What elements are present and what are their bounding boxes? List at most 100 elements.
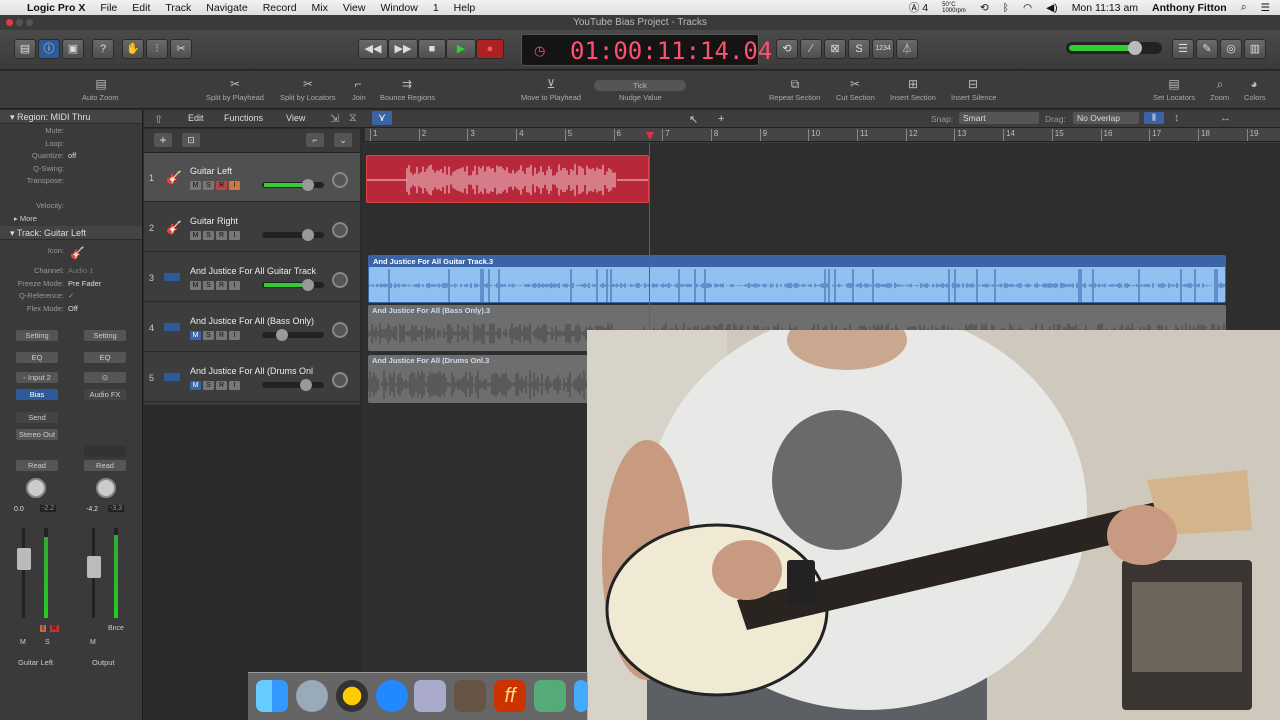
split-playhead-icon[interactable]: ✂ [226,77,244,91]
time-machine-icon[interactable]: ⟲ [980,2,989,14]
master-volume-knob[interactable] [1128,41,1142,55]
playhead-marker[interactable] [646,132,654,140]
horizontal-zoom-icon[interactable]: ↔ [1220,112,1231,124]
repeat-section-icon[interactable]: ⧉ [786,77,804,91]
spotlight-icon[interactable]: ⌕ [1241,1,1247,14]
app-store-icon[interactable] [376,680,408,712]
track-volume-slider[interactable] [262,329,324,341]
input-monitor-button[interactable]: I [229,231,240,240]
temp-monitor[interactable]: 50°C 1000rpm [942,2,966,14]
smart-controls-button[interactable]: ✋ [122,39,144,59]
region-inspector-header[interactable]: ▾ Region: MIDI Thru [0,110,142,124]
track-header-4[interactable]: 4 And Justice For All (Bass Only) MSRI [144,303,360,352]
replace-button[interactable]: ∕ [800,39,822,59]
volume-knob[interactable] [302,179,314,191]
insert-section-icon[interactable]: ⊞ [904,77,922,91]
waveform-zoom-icon[interactable]: ⫼ [1144,112,1164,124]
param-freeze-mode[interactable]: Freeze Mode: Pre Fader [0,279,142,292]
record-enable-button[interactable]: R [216,281,227,290]
count-in-button[interactable]: 1234 [872,39,894,59]
solo-button[interactable]: S [203,331,214,340]
mute-button[interactable]: M [190,331,201,340]
solo-button[interactable]: S [45,639,50,646]
param-velocity[interactable]: Velocity: [0,201,142,214]
track-volume-slider[interactable] [262,179,324,191]
param-transpose[interactable]: Transpose: [0,176,142,189]
param-channel[interactable]: Channel: Audio 1 [0,266,142,279]
marquee-tool-icon[interactable]: + [718,113,724,125]
param-icon[interactable]: Icon: 🎸 [0,246,142,266]
finder-icon[interactable] [256,680,288,712]
track-collapse-button[interactable]: ⌄ [334,133,352,147]
join-icon[interactable]: ⌐ [349,77,367,91]
loop-browser-button[interactable]: ◎ [1220,39,1242,59]
bounce-icon[interactable]: ⇉ [398,77,416,91]
volume-knob[interactable] [276,329,288,341]
eq-button[interactable]: EQ [16,352,58,363]
mute-button[interactable]: M [190,181,201,190]
catch-icon[interactable]: ⇲ [330,112,339,125]
input-monitor-button[interactable]: I [229,281,240,290]
send-slot[interactable]: Send [16,412,58,423]
menu-edit[interactable]: Edit [132,2,150,14]
preview-icon[interactable] [414,680,446,712]
wifi-icon[interactable]: ◠ [1023,2,1032,14]
fast-forward-button[interactable]: ▶▶ [388,39,418,59]
setting-button[interactable]: Setting [84,330,126,341]
toolbar-button[interactable]: ▣ [62,39,84,59]
solo-button[interactable]: S [203,281,214,290]
notification-center-icon[interactable]: ☰ [1261,2,1270,14]
stop-button[interactable]: ■ [418,39,446,59]
track-header-1[interactable]: 1 🎸 Guitar Left MSRI [144,153,360,202]
zoom-icon[interactable]: ⌕ [1211,77,1229,91]
link-slot[interactable]: ⊙ [84,372,126,383]
drums-region[interactable]: And Justice For All (Drums Onl.3 [368,355,588,403]
list-editors-button[interactable]: ☰ [1172,39,1194,59]
more-disclosure[interactable]: ▸ More [0,214,142,227]
input-monitor-button[interactable]: I [40,625,46,632]
pan-knob[interactable] [96,478,116,498]
view-menu[interactable]: View [286,113,305,123]
menu-view[interactable]: View [343,2,366,14]
menu-track[interactable]: Track [165,2,191,14]
pan-knob[interactable] [332,222,348,238]
input-monitor-button[interactable]: I [229,381,240,390]
inspector-button[interactable]: ⓘ [38,39,60,59]
move-to-playhead-icon[interactable]: ⊻ [542,77,560,91]
safari-icon[interactable] [574,680,588,712]
menu-mix[interactable]: Mix [312,2,328,14]
mute-button[interactable]: M [190,231,201,240]
pan-knob[interactable] [26,478,46,498]
volume-knob[interactable] [302,279,314,291]
fabfilter-icon[interactable]: ff [494,680,526,712]
track-header-3[interactable]: 3 And Justice For All Guitar Track MSRI [144,253,360,302]
solo-button[interactable]: S [848,39,870,59]
record-enable-button[interactable]: R [216,231,227,240]
close-window-button[interactable] [6,19,13,26]
menu-navigate[interactable]: Navigate [206,2,247,14]
record-enable-button[interactable]: R [216,381,227,390]
param-q-reference[interactable]: Q-Reference: ✓ [0,291,142,304]
drag-select[interactable]: No Overlap [1073,112,1139,124]
play-button[interactable]: ▶ [446,39,476,59]
mixer-button[interactable]: ⫶ [146,39,168,59]
notepad-button[interactable]: ✎ [1196,39,1218,59]
track-volume-slider[interactable] [262,379,324,391]
auto-zoom-icon[interactable]: ▤ [92,77,110,91]
param-mute[interactable]: Mute: [0,126,142,139]
audio-fx-slot[interactable]: Audio FX [84,389,126,400]
input-monitor-button[interactable]: I [229,181,240,190]
pan-knob[interactable] [332,272,348,288]
final-cut-icon[interactable] [454,680,486,712]
param-qswing[interactable]: Q-Swing: [0,164,142,177]
pan-knob[interactable] [332,172,348,188]
bar-ruler[interactable]: 1 2 3 4 5 6 7 8 9 10 11 12 13 14 15 16 17 18 19 [365,128,1280,142]
metronome-button[interactable]: ⏃ [896,39,918,59]
param-flex-mode[interactable]: Flex Mode: Off [0,304,142,317]
minimize-window-button[interactable] [16,19,23,26]
bluetooth-icon[interactable]: ᛒ [1003,2,1009,14]
track-volume-slider[interactable] [262,229,324,241]
input-slot[interactable]: ◦ Input 2 [16,372,58,383]
photos-icon[interactable] [534,680,566,712]
launchpad-icon[interactable] [296,680,328,712]
